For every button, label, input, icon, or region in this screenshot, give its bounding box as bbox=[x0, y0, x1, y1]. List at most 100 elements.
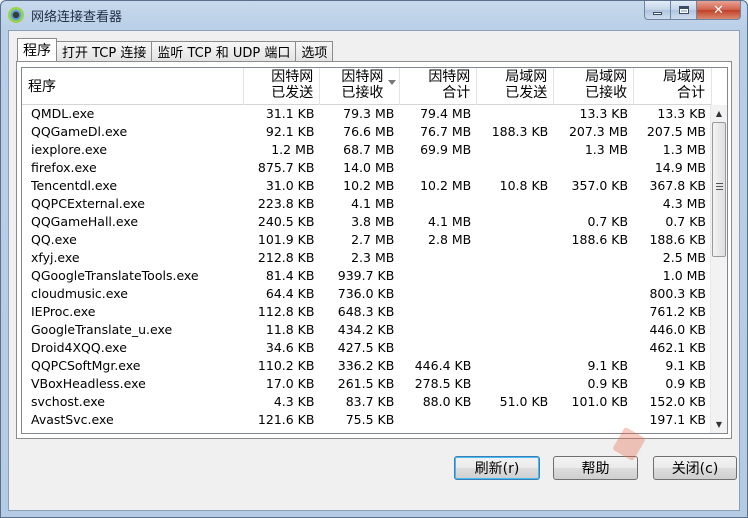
cell-inet-sent: 81.4 KB bbox=[265, 268, 315, 283]
table-row[interactable]: QQ.exe 101.9 KB 2.7 MB 2.8 MB 188.6 KB 188.6 … bbox=[22, 231, 712, 249]
cell-inet-received: 83.7 KB bbox=[345, 394, 395, 409]
scrollbar-thumb[interactable] bbox=[712, 122, 726, 257]
cell-inet-received: 4.1 MB bbox=[351, 196, 395, 211]
column-header-program[interactable]: 程序 bbox=[22, 68, 245, 105]
minimize-icon bbox=[653, 12, 662, 15]
column-header-lan-sent[interactable]: 局域网 已发送 bbox=[477, 68, 555, 105]
column-header-inet-received[interactable]: 因特网 已接收 bbox=[320, 68, 401, 105]
column-header-line1: 因特网 bbox=[271, 69, 314, 85]
cell-inet-total bbox=[400, 321, 477, 339]
cell-inet-total bbox=[400, 285, 477, 303]
cell-inet-sent: 1.2 MB bbox=[271, 142, 315, 157]
cell-inet-received: 14.0 MB bbox=[343, 160, 395, 175]
table-row[interactable]: QQPCExternal.exe 223.8 KB 4.1 MB 4.3 MB bbox=[22, 195, 712, 213]
cell-lan-received bbox=[554, 411, 634, 429]
table-row[interactable]: firefox.exe 875.7 KB 14.0 MB 14.9 MB bbox=[22, 159, 712, 177]
cell-inet-sent: 110.2 KB bbox=[257, 358, 315, 373]
table-row[interactable]: svchost.exe 4.3 KB 83.7 KB 88.0 KB 51.0 KB 10… bbox=[22, 393, 712, 411]
arrow-down-icon: ▼ bbox=[715, 420, 723, 429]
table-row[interactable]: QQGameDl.exe 92.1 KB 76.6 MB 76.7 MB 188.3 K… bbox=[22, 123, 712, 141]
vertical-scrollbar[interactable]: ▲ ▼ bbox=[710, 105, 727, 433]
tab-programs[interactable]: 程序 bbox=[17, 38, 57, 61]
column-header-line2: 已接收 bbox=[341, 85, 384, 101]
program-list[interactable]: 程序 因特网 已发送 因特网 已接收 因特网 合计 局域网 已发送 局域网 已接… bbox=[21, 67, 728, 434]
cell-lan-received: 9.1 KB bbox=[587, 358, 629, 373]
table-row[interactable]: QQPCSoftMgr.exe 110.2 KB 336.2 KB 446.4 KB 9… bbox=[22, 357, 712, 375]
cell-program-name: AvastSvc.exe bbox=[31, 412, 114, 427]
tab-open-tcp[interactable]: 打开 TCP 连接 bbox=[56, 41, 153, 61]
cell-inet-received: 2.3 MB bbox=[351, 250, 395, 265]
cell-inet-total bbox=[400, 411, 477, 429]
cell-inet-sent: 4.3 KB bbox=[273, 394, 315, 409]
cell-inet-sent: 11.8 KB bbox=[265, 322, 315, 337]
cell-lan-total: 14.9 MB bbox=[654, 160, 706, 175]
cell-inet-total bbox=[400, 267, 477, 285]
cell-lan-received bbox=[554, 339, 634, 357]
cell-inet-sent: 17.0 KB bbox=[265, 376, 315, 391]
window-close-button[interactable]: ✕ bbox=[697, 1, 741, 20]
cell-lan-sent bbox=[477, 267, 554, 285]
title-bar[interactable]: 网络连接查看器 ✕ bbox=[1, 1, 747, 29]
column-header-inet-total[interactable]: 因特网 合计 bbox=[400, 68, 478, 105]
cell-inet-sent: 240.5 KB bbox=[257, 214, 315, 229]
cell-lan-total: 0.9 KB bbox=[665, 376, 706, 391]
table-row[interactable]: AvastSvc.exe 121.6 KB 75.5 KB 197.1 KB bbox=[22, 411, 712, 429]
cell-lan-received: 357.0 KB bbox=[571, 178, 629, 193]
cell-program-name: QQPCSoftMgr.exe bbox=[31, 358, 141, 373]
cell-lan-sent bbox=[477, 105, 554, 123]
cell-lan-total: 446.0 KB bbox=[649, 322, 706, 337]
cell-inet-received: 79.3 MB bbox=[343, 106, 395, 121]
cell-lan-received: 101.0 KB bbox=[571, 394, 629, 409]
cell-program-name: Tencentdl.exe bbox=[31, 178, 118, 193]
table-row[interactable]: QMDL.exe 31.1 KB 79.3 MB 79.4 MB 13.3 KB 13.3… bbox=[22, 105, 712, 123]
cell-inet-sent: 112.8 KB bbox=[257, 304, 315, 319]
table-row[interactable]: Droid4XQQ.exe 34.6 KB 427.5 KB 462.1 KB bbox=[22, 339, 712, 357]
minimize-button[interactable] bbox=[644, 1, 671, 20]
column-header-inet-sent[interactable]: 因特网 已发送 bbox=[244, 68, 321, 105]
cell-lan-sent bbox=[477, 303, 554, 321]
column-header-line2: 合计 bbox=[442, 85, 471, 101]
maximize-button[interactable] bbox=[671, 1, 697, 20]
table-row[interactable]: Tencentdl.exe 31.0 KB 10.2 MB 10.2 MB 10.8 K… bbox=[22, 177, 712, 195]
tab-listening-ports[interactable]: 监听 TCP 和 UDP 端口 bbox=[151, 41, 297, 61]
cell-inet-sent: 31.1 KB bbox=[265, 106, 315, 121]
help-button[interactable]: 帮助 bbox=[553, 456, 638, 480]
cell-program-name: QQGameHall.exe bbox=[31, 214, 139, 229]
column-header-lan-received[interactable]: 局域网 已接收 bbox=[554, 68, 635, 105]
table-row[interactable]: VBoxHeadless.exe 17.0 KB 261.5 KB 278.5 KB 0… bbox=[22, 375, 712, 393]
app-window: 网络连接查看器 ✕ 程序 打开 TCP 连接 监听 TCP 和 UDP 端口 选… bbox=[0, 0, 748, 518]
cell-inet-sent: 212.8 KB bbox=[257, 250, 315, 265]
cell-lan-sent bbox=[477, 375, 554, 393]
tab-options[interactable]: 选项 bbox=[295, 41, 334, 61]
cell-lan-sent bbox=[477, 231, 554, 249]
column-header-lan-total[interactable]: 局域网 合计 bbox=[634, 68, 712, 105]
cell-lan-sent: 10.8 KB bbox=[499, 178, 549, 193]
cell-lan-total: 4.3 MB bbox=[662, 196, 706, 211]
cell-inet-received: 261.5 KB bbox=[337, 376, 395, 391]
cell-program-name: VBoxHeadless.exe bbox=[31, 376, 146, 391]
refresh-button[interactable]: 刷新(r) bbox=[454, 456, 540, 480]
table-row[interactable]: xfyj.exe 212.8 KB 2.3 MB 2.5 MB bbox=[22, 249, 712, 267]
cell-program-name: QQ.exe bbox=[31, 232, 77, 247]
table-row[interactable]: iexplore.exe 1.2 MB 68.7 MB 69.9 MB 1.3 MB 1.… bbox=[22, 141, 712, 159]
list-header: 程序 因特网 已发送 因特网 已接收 因特网 合计 局域网 已发送 局域网 已接… bbox=[22, 68, 712, 105]
scroll-down-button[interactable]: ▼ bbox=[711, 416, 727, 433]
cell-inet-received: 434.2 KB bbox=[337, 322, 395, 337]
scroll-up-button[interactable]: ▲ bbox=[711, 105, 727, 122]
cell-lan-total: 367.8 KB bbox=[649, 178, 706, 193]
cell-inet-total: 69.9 MB bbox=[420, 142, 472, 157]
cell-inet-received: 736.0 KB bbox=[337, 286, 395, 301]
table-row[interactable]: QGoogleTranslateTools.exe 81.4 KB 939.7 KB… bbox=[22, 267, 712, 285]
table-row[interactable]: GoogleTranslate_u.exe 11.8 KB 434.2 KB 446.… bbox=[22, 321, 712, 339]
table-row[interactable]: QQGameHall.exe 240.5 KB 3.8 MB 4.1 MB 0.7 KB… bbox=[22, 213, 712, 231]
cell-lan-received: 0.9 KB bbox=[587, 376, 629, 391]
cell-inet-total: 10.2 MB bbox=[420, 178, 472, 193]
grip-icon bbox=[716, 183, 723, 192]
cell-lan-sent bbox=[477, 213, 554, 231]
table-row[interactable]: cloudmusic.exe 64.4 KB 736.0 KB 800.3 KB bbox=[22, 285, 712, 303]
cell-inet-total bbox=[400, 159, 477, 177]
column-header-line2: 合计 bbox=[677, 85, 705, 101]
column-header-line1: 局域网 bbox=[505, 69, 548, 85]
close-button[interactable]: 关闭(c) bbox=[653, 456, 737, 480]
table-row[interactable]: IEProc.exe 112.8 KB 648.3 KB 761.2 KB bbox=[22, 303, 712, 321]
